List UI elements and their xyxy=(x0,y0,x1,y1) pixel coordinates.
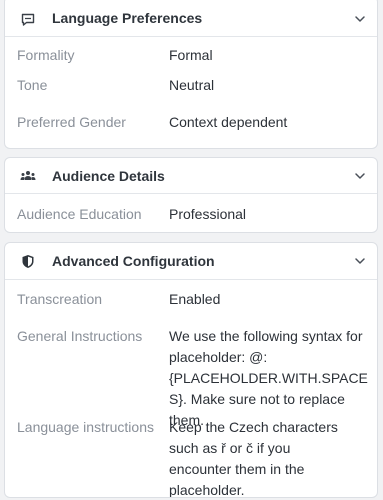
language-preferences-card: Language Preferences Formality Formal To… xyxy=(4,0,378,149)
field-value: Keep the Czech characters such as ř or č… xyxy=(169,419,338,498)
row-tone: Tone Neutral xyxy=(5,67,377,104)
field-label: Audience Education xyxy=(17,206,142,222)
field-label: Transcreation xyxy=(17,291,103,307)
field-label: General Instructions xyxy=(17,328,143,344)
row-audience-education: Audience Education Professional xyxy=(5,194,377,232)
section-title: Language Preferences xyxy=(52,10,203,26)
language-preferences-header[interactable]: Language Preferences xyxy=(5,0,377,37)
field-label: Preferred Gender xyxy=(17,114,126,130)
chat-bubble-icon xyxy=(20,11,36,27)
advanced-configuration-card: Advanced Configuration Transcreation Ena… xyxy=(4,242,378,498)
row-language-instructions: Language instructions Keep the Czech cha… xyxy=(5,417,377,497)
field-value: Context dependent xyxy=(169,114,288,130)
advanced-configuration-header[interactable]: Advanced Configuration xyxy=(5,243,377,280)
field-value: We use the following syntax for placehol… xyxy=(169,328,368,428)
chevron-down-icon[interactable] xyxy=(353,12,367,26)
people-icon xyxy=(20,168,36,184)
row-transcreation: Transcreation Enabled xyxy=(5,280,377,317)
row-preferred-gender: Preferred Gender Context dependent xyxy=(5,104,377,141)
row-formality: Formality Formal xyxy=(5,37,377,67)
field-value: Neutral xyxy=(169,77,215,93)
shield-icon xyxy=(20,253,36,269)
field-value: Professional xyxy=(169,206,247,222)
section-title: Advanced Configuration xyxy=(52,253,215,269)
field-label: Language instructions xyxy=(17,419,154,435)
chevron-down-icon[interactable] xyxy=(353,169,367,183)
chevron-down-icon[interactable] xyxy=(353,254,367,268)
field-label: Formality xyxy=(17,47,75,63)
audience-details-header[interactable]: Audience Details xyxy=(5,158,377,194)
field-value: Enabled xyxy=(169,291,221,307)
audience-details-card: Audience Details Audience Education Prof… xyxy=(4,157,378,233)
field-value: Formal xyxy=(169,47,213,63)
row-general-instructions: General Instructions We use the followin… xyxy=(5,317,377,428)
field-label: Tone xyxy=(17,77,48,93)
section-title: Audience Details xyxy=(52,167,165,184)
